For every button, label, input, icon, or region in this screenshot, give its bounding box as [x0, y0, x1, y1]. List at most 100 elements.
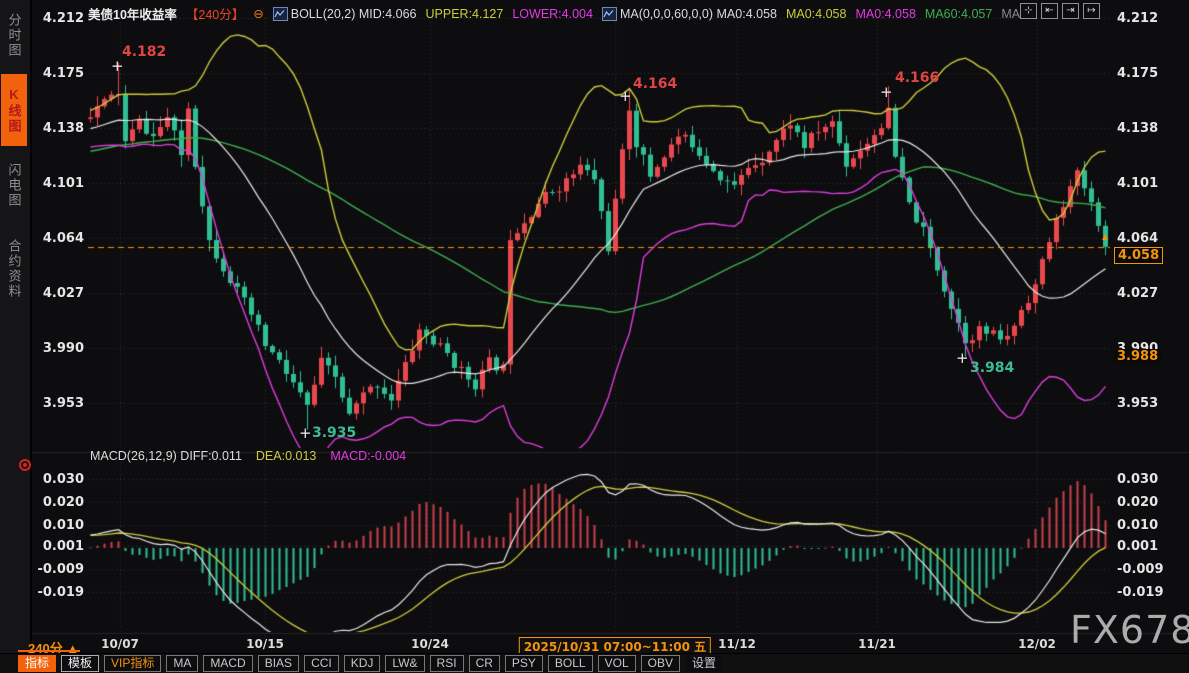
ma0-yellow-value-text: MA0:4.058	[786, 7, 846, 21]
macd-axis-tick-right: 0.020	[1117, 495, 1158, 510]
main-axis-tick-left: 4.212	[32, 11, 84, 26]
boll-upper-value-text: UPPER:4.127	[426, 7, 504, 21]
crosshair-marker-icon: +	[880, 83, 893, 101]
macd-axis-tick-left: 0.001	[32, 539, 84, 554]
time-axis-label: 12/02	[1018, 637, 1056, 651]
macd-axis-tick-left: -0.009	[32, 562, 84, 577]
main-axis-tick-left: 3.990	[32, 341, 84, 356]
toolbar-button-BIAS[interactable]: BIAS	[258, 655, 299, 672]
secondary-price-tag: 3.988	[1114, 349, 1161, 364]
red-dot-icon[interactable]	[19, 459, 31, 471]
period-label: 【240分】	[186, 4, 244, 23]
time-axis-label: 10/15	[246, 637, 284, 651]
toolbar-button-LW&[interactable]: LW&	[385, 655, 424, 672]
period-active-underline	[18, 650, 80, 652]
toolbar-button-OBV[interactable]: OBV	[641, 655, 680, 672]
sidebar-tab-2[interactable]: K线图	[1, 74, 27, 146]
toolbar-button-RSI[interactable]: RSI	[430, 655, 464, 672]
current-price-tag: 4.058	[1114, 247, 1163, 264]
ma-values: MA(0,0,0,60,0,0) MA0:4.058	[602, 7, 777, 21]
macd-macd-label: MACD:-0.004	[330, 449, 406, 463]
window-tool-icons: ⊹⇤⇥↦	[1020, 3, 1100, 19]
chart-type-icon	[273, 7, 288, 21]
ma60-green-value: MA60:4.057	[925, 7, 992, 21]
toolbar-button-PSY[interactable]: PSY	[505, 655, 543, 672]
main-axis-tick-right: 4.212	[1117, 11, 1158, 26]
main-axis-tick-right: 4.027	[1117, 286, 1158, 301]
toolbar-button-MACD[interactable]: MACD	[203, 655, 252, 672]
main-axis-tick-left: 3.953	[32, 396, 84, 411]
macd-indicator-header: MACD(26,12,9) DIFF:0.011 DEA:0.013 MACD:…	[90, 449, 406, 463]
main-axis-tick-left: 4.064	[32, 231, 84, 246]
main-axis-tick-left: 4.175	[32, 66, 84, 81]
chart-type-icon	[602, 7, 617, 21]
main-axis-tick-left: 4.138	[32, 121, 84, 136]
main-axis-tick-left: 4.027	[32, 286, 84, 301]
current-price-marker-icon: ▲	[1100, 232, 1110, 243]
macd-axis-tick-right: 0.030	[1117, 472, 1158, 487]
macd-axis-tick-left: 0.010	[32, 518, 84, 533]
crosshair-marker-icon: +	[619, 87, 632, 105]
macd-diff-label: MACD(26,12,9) DIFF:0.011	[90, 449, 242, 463]
collapse-icon-text: ⊖	[253, 6, 263, 21]
sidebar-tab-1[interactable]: 分时图	[1, 4, 27, 66]
toolbar-button-KDJ[interactable]: KDJ	[344, 655, 381, 672]
boll-values-text: BOLL(20,2) MID:4.066	[291, 7, 417, 21]
price-chart-canvas[interactable]	[0, 0, 1189, 673]
left-sidebar: 分时图 K线图闪电图合约资料	[0, 0, 32, 653]
main-axis-tick-right: 3.953	[1117, 396, 1158, 411]
main-axis-tick-right: 4.175	[1117, 66, 1158, 81]
period-label-text: 【240分】	[186, 4, 244, 23]
sidebar-tab-3[interactable]: 闪电图	[1, 154, 27, 216]
toolbar-button-CR[interactable]: CR	[469, 655, 500, 672]
watermark: FX678	[1070, 608, 1189, 652]
boll-upper-value: UPPER:4.127	[426, 7, 504, 21]
toolbar-button-VIP指标[interactable]: VIP指标	[104, 655, 161, 672]
pan-right-icon[interactable]: ↦	[1083, 3, 1100, 19]
boll-values: BOLL(20,2) MID:4.066	[273, 7, 417, 21]
ma60-green-value-text: MA60:4.057	[925, 7, 992, 21]
price-annotation: 4.166	[895, 70, 939, 86]
time-axis-label: 10/24	[411, 637, 449, 651]
crosshair-marker-icon: +	[111, 57, 124, 75]
axis-left-icon[interactable]: ⇤	[1041, 3, 1058, 19]
app-window: 分时图 K线图闪电图合约资料 美债10年收益率【240分】 ⊖ BOLL(20,2) …	[0, 0, 1189, 673]
macd-axis-tick-right: 0.001	[1117, 539, 1158, 554]
time-axis-label: 11/12	[718, 637, 756, 651]
bottom-toolbar: 指标模板 VIP指标 MA MACD BIAS CCI KDJLW&RSI CR PSY BOLL…	[0, 653, 1189, 673]
crosshair-marker-icon: +	[299, 424, 312, 442]
toolbar-button-设置[interactable]: 设置	[685, 655, 723, 672]
ma0-yellow-value: MA0:4.058	[786, 7, 846, 21]
price-annotation: 4.182	[122, 44, 166, 60]
macd-axis-tick-left: -0.019	[32, 585, 84, 600]
macd-axis-tick-right: -0.009	[1117, 562, 1164, 577]
macd-dea-label: DEA:0.013	[256, 449, 316, 463]
crosshair-icon[interactable]: ⊹	[1020, 3, 1037, 19]
macd-axis-tick-right: -0.019	[1117, 585, 1164, 600]
main-axis-tick-right: 4.138	[1117, 121, 1158, 136]
toolbar-button-模板[interactable]: 模板	[61, 655, 99, 672]
toolbar-button-指标[interactable]: 指标	[18, 655, 56, 672]
toolbar-button-BOLL[interactable]: BOLL	[548, 655, 593, 672]
price-annotation: 4.164	[633, 76, 677, 92]
toolbar-button-CCI[interactable]: CCI	[304, 655, 339, 672]
instrument-title-text: 美债10年收益率	[88, 4, 177, 23]
macd-axis-tick-left: 0.020	[32, 495, 84, 510]
sidebar-tab-4[interactable]: 合约资料	[1, 224, 27, 314]
ma0-magenta-value-text: MA0:4.058	[855, 7, 915, 21]
chart-header: 美债10年收益率【240分】 ⊖ BOLL(20,2) MID:4.066 UPPER…	[88, 4, 1031, 23]
axis-right-icon[interactable]: ⇥	[1062, 3, 1079, 19]
boll-lower-value-text: LOWER:4.004	[512, 7, 593, 21]
instrument-title: 美债10年收益率	[88, 4, 177, 23]
macd-axis-tick-right: 0.010	[1117, 518, 1158, 533]
time-axis-label: 10/07	[101, 637, 139, 651]
toolbar-button-VOL[interactable]: VOL	[598, 655, 636, 672]
collapse-icon[interactable]: ⊖	[253, 6, 263, 21]
main-axis-tick-right: 4.101	[1117, 176, 1158, 191]
time-axis-label: 11/21	[858, 637, 896, 651]
toolbar-button-MA[interactable]: MA	[166, 655, 198, 672]
main-axis-tick-right: 4.064	[1117, 231, 1158, 246]
ma0-magenta-value: MA0:4.058	[855, 7, 915, 21]
ma-values-text: MA(0,0,0,60,0,0) MA0:4.058	[620, 7, 777, 21]
boll-lower-value: LOWER:4.004	[512, 7, 593, 21]
